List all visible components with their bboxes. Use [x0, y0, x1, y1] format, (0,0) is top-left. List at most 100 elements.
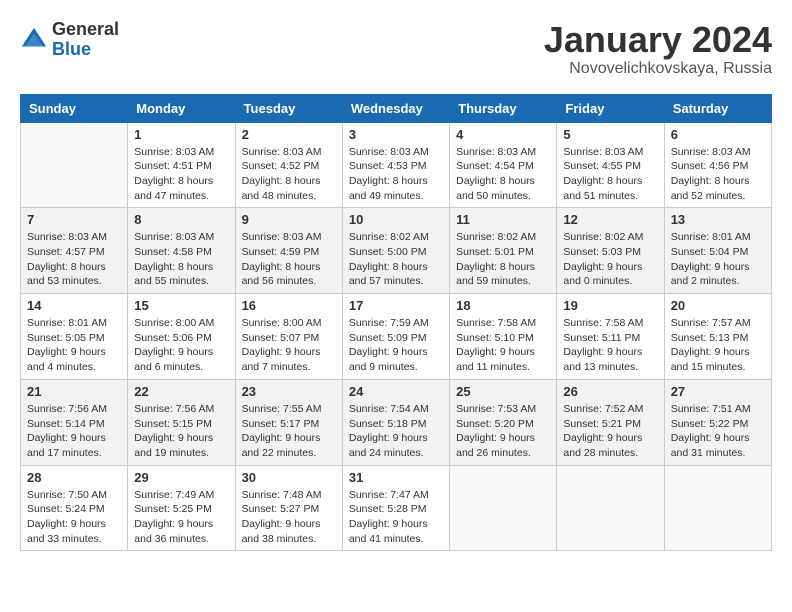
calendar-body: 1 Sunrise: 8:03 AM Sunset: 4:51 PM Daylig… [21, 122, 772, 551]
day-info: Sunrise: 7:59 AM Sunset: 5:09 PM Dayligh… [349, 316, 443, 375]
day-info: Sunrise: 7:54 AM Sunset: 5:18 PM Dayligh… [349, 402, 443, 461]
day-number: 11 [456, 212, 550, 227]
calendar-day-cell: 1 Sunrise: 8:03 AM Sunset: 4:51 PM Daylig… [128, 122, 235, 208]
day-number: 24 [349, 384, 443, 399]
day-info: Sunrise: 8:03 AM Sunset: 4:51 PM Dayligh… [134, 145, 228, 204]
day-info: Sunrise: 7:58 AM Sunset: 5:10 PM Dayligh… [456, 316, 550, 375]
day-number: 30 [242, 470, 336, 485]
day-number: 15 [134, 298, 228, 313]
calendar-day-cell: 19 Sunrise: 7:58 AM Sunset: 5:11 PM Dayli… [557, 294, 664, 380]
calendar-day-cell: 9Sunrise: 8:03 AM Sunset: 4:59 PM Daylig… [235, 208, 342, 294]
calendar-day-cell [664, 465, 771, 551]
weekday-header-thursday: Thursday [450, 94, 557, 122]
day-info: Sunrise: 8:03 AM Sunset: 4:59 PM Dayligh… [242, 230, 336, 289]
day-info: Sunrise: 8:00 AM Sunset: 5:07 PM Dayligh… [242, 316, 336, 375]
day-info: Sunrise: 8:02 AM Sunset: 5:00 PM Dayligh… [349, 230, 443, 289]
calendar-day-cell: 24 Sunrise: 7:54 AM Sunset: 5:18 PM Dayli… [342, 379, 449, 465]
calendar-day-cell: 7Sunrise: 8:03 AM Sunset: 4:57 PM Daylig… [21, 208, 128, 294]
calendar-day-cell: 31 Sunrise: 7:47 AM Sunset: 5:28 PM Dayli… [342, 465, 449, 551]
day-info: Sunrise: 8:03 AM Sunset: 4:55 PM Dayligh… [563, 145, 657, 204]
day-info: Sunrise: 8:00 AM Sunset: 5:06 PM Dayligh… [134, 316, 228, 375]
day-info: Sunrise: 7:52 AM Sunset: 5:21 PM Dayligh… [563, 402, 657, 461]
calendar-day-cell [557, 465, 664, 551]
day-number: 8 [134, 212, 228, 227]
day-info: Sunrise: 7:50 AM Sunset: 5:24 PM Dayligh… [27, 488, 121, 547]
day-info: Sunrise: 8:03 AM Sunset: 4:58 PM Dayligh… [134, 230, 228, 289]
calendar-week-row: 14Sunrise: 8:01 AM Sunset: 5:05 PM Dayli… [21, 294, 772, 380]
calendar-day-cell: 27 Sunrise: 7:51 AM Sunset: 5:22 PM Dayli… [664, 379, 771, 465]
calendar-day-cell: 17 Sunrise: 7:59 AM Sunset: 5:09 PM Dayli… [342, 294, 449, 380]
day-info: Sunrise: 7:57 AM Sunset: 5:13 PM Dayligh… [671, 316, 765, 375]
day-number: 25 [456, 384, 550, 399]
calendar-day-cell: 26 Sunrise: 7:52 AM Sunset: 5:21 PM Dayli… [557, 379, 664, 465]
calendar-day-cell: 25 Sunrise: 7:53 AM Sunset: 5:20 PM Dayli… [450, 379, 557, 465]
day-number: 6 [671, 127, 765, 142]
day-number: 19 [563, 298, 657, 313]
day-info: Sunrise: 7:51 AM Sunset: 5:22 PM Dayligh… [671, 402, 765, 461]
day-number: 28 [27, 470, 121, 485]
calendar-week-row: 7Sunrise: 8:03 AM Sunset: 4:57 PM Daylig… [21, 208, 772, 294]
calendar-week-row: 28 Sunrise: 7:50 AM Sunset: 5:24 PM Dayli… [21, 465, 772, 551]
day-info: Sunrise: 8:03 AM Sunset: 4:53 PM Dayligh… [349, 145, 443, 204]
calendar-day-cell: 29 Sunrise: 7:49 AM Sunset: 5:25 PM Dayli… [128, 465, 235, 551]
calendar-day-cell: 21Sunrise: 7:56 AM Sunset: 5:14 PM Dayli… [21, 379, 128, 465]
calendar-day-cell: 4 Sunrise: 8:03 AM Sunset: 4:54 PM Daylig… [450, 122, 557, 208]
day-info: Sunrise: 8:03 AM Sunset: 4:57 PM Dayligh… [27, 230, 121, 289]
day-info: Sunrise: 8:03 AM Sunset: 4:54 PM Dayligh… [456, 145, 550, 204]
calendar-header: SundayMondayTuesdayWednesdayThursdayFrid… [21, 94, 772, 122]
weekday-header-monday: Monday [128, 94, 235, 122]
logo-text: General Blue [52, 20, 119, 60]
calendar-day-cell: 8 Sunrise: 8:03 AM Sunset: 4:58 PM Daylig… [128, 208, 235, 294]
day-info: Sunrise: 8:03 AM Sunset: 4:52 PM Dayligh… [242, 145, 336, 204]
logo-icon [20, 26, 48, 54]
day-number: 21 [27, 384, 121, 399]
day-number: 26 [563, 384, 657, 399]
calendar-day-cell: 20Sunrise: 7:57 AM Sunset: 5:13 PM Dayli… [664, 294, 771, 380]
calendar-day-cell: 2Sunrise: 8:03 AM Sunset: 4:52 PM Daylig… [235, 122, 342, 208]
day-info: Sunrise: 8:02 AM Sunset: 5:01 PM Dayligh… [456, 230, 550, 289]
day-info: Sunrise: 7:56 AM Sunset: 5:15 PM Dayligh… [134, 402, 228, 461]
day-info: Sunrise: 7:48 AM Sunset: 5:27 PM Dayligh… [242, 488, 336, 547]
calendar-day-cell: 18 Sunrise: 7:58 AM Sunset: 5:10 PM Dayli… [450, 294, 557, 380]
day-info: Sunrise: 7:53 AM Sunset: 5:20 PM Dayligh… [456, 402, 550, 461]
day-info: Sunrise: 7:58 AM Sunset: 5:11 PM Dayligh… [563, 316, 657, 375]
day-number: 5 [563, 127, 657, 142]
calendar-title: January 2024 [544, 20, 772, 60]
calendar-day-cell: 30 Sunrise: 7:48 AM Sunset: 5:27 PM Dayli… [235, 465, 342, 551]
calendar-day-cell: 23 Sunrise: 7:55 AM Sunset: 5:17 PM Dayli… [235, 379, 342, 465]
calendar-day-cell: 12Sunrise: 8:02 AM Sunset: 5:03 PM Dayli… [557, 208, 664, 294]
day-info: Sunrise: 7:55 AM Sunset: 5:17 PM Dayligh… [242, 402, 336, 461]
calendar-day-cell: 11 Sunrise: 8:02 AM Sunset: 5:01 PM Dayli… [450, 208, 557, 294]
calendar-day-cell: 22 Sunrise: 7:56 AM Sunset: 5:15 PM Dayli… [128, 379, 235, 465]
calendar-table: SundayMondayTuesdayWednesdayThursdayFrid… [20, 94, 772, 552]
day-info: Sunrise: 8:01 AM Sunset: 5:04 PM Dayligh… [671, 230, 765, 289]
day-number: 27 [671, 384, 765, 399]
day-info: Sunrise: 7:49 AM Sunset: 5:25 PM Dayligh… [134, 488, 228, 547]
day-number: 4 [456, 127, 550, 142]
day-number: 23 [242, 384, 336, 399]
day-number: 3 [349, 127, 443, 142]
day-info: Sunrise: 7:47 AM Sunset: 5:28 PM Dayligh… [349, 488, 443, 547]
calendar-day-cell: 5 Sunrise: 8:03 AM Sunset: 4:55 PM Daylig… [557, 122, 664, 208]
day-number: 13 [671, 212, 765, 227]
day-number: 16 [242, 298, 336, 313]
weekday-header-row: SundayMondayTuesdayWednesdayThursdayFrid… [21, 94, 772, 122]
day-number: 22 [134, 384, 228, 399]
logo-blue-text: Blue [52, 40, 119, 60]
day-number: 18 [456, 298, 550, 313]
day-number: 14 [27, 298, 121, 313]
title-block: January 2024 Novovelichkovskaya, Russia [544, 20, 772, 78]
day-number: 31 [349, 470, 443, 485]
day-number: 17 [349, 298, 443, 313]
day-number: 1 [134, 127, 228, 142]
weekday-header-wednesday: Wednesday [342, 94, 449, 122]
calendar-day-cell [450, 465, 557, 551]
calendar-day-cell: 3 Sunrise: 8:03 AM Sunset: 4:53 PM Daylig… [342, 122, 449, 208]
page-header: General Blue January 2024 Novovelichkovs… [20, 20, 772, 78]
calendar-day-cell [21, 122, 128, 208]
calendar-day-cell: 6 Sunrise: 8:03 AM Sunset: 4:56 PM Daylig… [664, 122, 771, 208]
day-info: Sunrise: 8:03 AM Sunset: 4:56 PM Dayligh… [671, 145, 765, 204]
calendar-day-cell: 14Sunrise: 8:01 AM Sunset: 5:05 PM Dayli… [21, 294, 128, 380]
day-info: Sunrise: 8:02 AM Sunset: 5:03 PM Dayligh… [563, 230, 657, 289]
day-number: 29 [134, 470, 228, 485]
